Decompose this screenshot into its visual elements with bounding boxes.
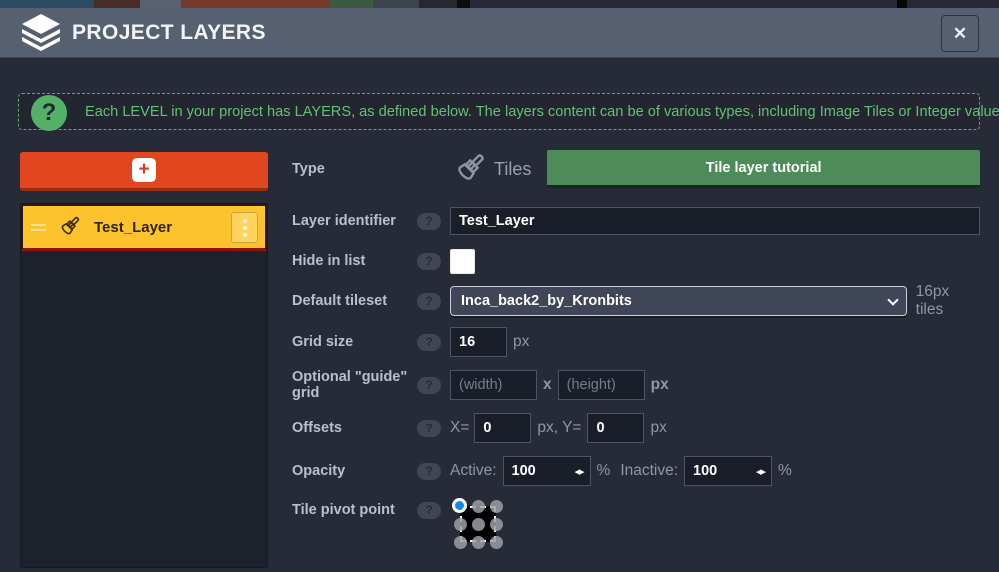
identifier-label: Layer identifier [292, 213, 417, 229]
page-title: PROJECT LAYERS [72, 21, 266, 45]
tileset-select[interactable]: Inca_back2_by_Kronbits [450, 286, 907, 316]
type-label: Type [292, 161, 417, 177]
stepper-arrows-icon[interactable]: ◂▸ [756, 465, 765, 478]
opacity-inactive-label: Inactive: [620, 462, 678, 480]
offsets-label: Offsets [292, 420, 417, 436]
tileset-selected-value: Inca_back2_by_Kronbits [461, 293, 632, 309]
pivot-dot-bottom-left[interactable] [454, 536, 467, 549]
guide-separator: x [543, 376, 552, 394]
info-banner: ? Each LEVEL in your project has LAYERS,… [18, 93, 980, 130]
guide-height-input[interactable] [558, 370, 645, 400]
opacity-active-label: Active: [450, 462, 497, 480]
row-guide-grid: Optional "guide" grid ? x px [292, 368, 980, 402]
pivot-dot-top-center[interactable] [472, 500, 485, 513]
help-circle-icon: ? [31, 95, 67, 131]
opacity-active-input[interactable]: 100 ◂▸ [503, 456, 591, 486]
identifier-input[interactable] [450, 207, 980, 235]
tileset-label: Default tileset [292, 293, 417, 309]
backdrop-segment [419, 0, 457, 8]
guide-grid-help-icon[interactable]: ? [417, 377, 441, 394]
opacity-help-icon[interactable]: ? [417, 463, 441, 480]
row-identifier: Layer identifier ? [292, 204, 980, 238]
backdrop-segment [470, 0, 897, 8]
backdrop-segment [330, 0, 373, 8]
guide-width-input[interactable] [450, 370, 537, 400]
hide-label: Hide in list [292, 253, 417, 269]
tile-layer-tutorial-button[interactable]: Tile layer tutorial [547, 150, 980, 188]
offset-x-label: X= [450, 419, 469, 437]
pivot-label: Tile pivot point [292, 502, 417, 518]
close-button[interactable]: ✕ [941, 15, 979, 52]
add-layer-button[interactable]: + [20, 152, 268, 191]
row-type: Type Tiles Tile layer tutorial [292, 147, 980, 191]
tiles-brush-icon [450, 150, 488, 188]
backdrop-segment [907, 0, 999, 8]
project-layers-dialog: PROJECT LAYERS ✕ ? Each LEVEL in your pr… [0, 0, 999, 572]
backdrop-segment [897, 0, 907, 8]
pivot-dot-center[interactable] [472, 518, 485, 531]
row-default-tileset: Default tileset ? Inca_back2_by_Kronbits… [292, 284, 980, 318]
opacity-active-percent: % [597, 462, 611, 480]
offsets-help-icon[interactable]: ? [417, 420, 441, 437]
backdrop-segment [181, 0, 330, 8]
tileset-suffix: 16px tiles [916, 283, 980, 319]
grid-size-input[interactable] [450, 327, 507, 357]
stepper-arrows-icon[interactable]: ◂▸ [574, 465, 583, 478]
layer-item-label: Test_Layer [94, 219, 172, 236]
identifier-help-icon[interactable]: ? [417, 213, 441, 230]
row-grid-size: Grid size ? px [292, 325, 980, 359]
pivot-dot-bottom-center[interactable] [472, 536, 485, 549]
guide-grid-label: Optional "guide" grid [292, 369, 417, 401]
pivot-dot-top-right[interactable] [490, 500, 503, 513]
row-opacity: Opacity ? Active: 100 ◂▸ % Inactive: 100… [292, 454, 980, 488]
brush-icon [56, 214, 82, 240]
backdrop-segment [94, 0, 140, 8]
pivot-help-icon[interactable]: ? [417, 502, 441, 519]
offset-mid-label: px, Y= [537, 419, 581, 437]
offset-y-input[interactable] [587, 413, 644, 443]
layer-menu-button[interactable] [231, 212, 258, 243]
hide-help-icon[interactable]: ? [417, 253, 441, 270]
grid-size-label: Grid size [292, 334, 417, 350]
info-text: Each LEVEL in your project has LAYERS, a… [85, 104, 999, 120]
tileset-help-icon[interactable]: ? [417, 293, 441, 310]
dialog-header: PROJECT LAYERS ✕ [0, 8, 999, 58]
offsets-unit: px [650, 419, 666, 437]
hide-checkbox[interactable] [450, 249, 475, 274]
pivot-point-widget [450, 496, 508, 554]
row-tile-pivot: Tile pivot point ? [292, 496, 980, 558]
chevron-down-icon [887, 294, 898, 305]
backdrop-segment [140, 0, 181, 8]
plus-icon: + [132, 158, 156, 182]
type-value: Tiles [494, 159, 531, 180]
pivot-dot-top-left-selected[interactable] [452, 498, 467, 513]
guide-unit: px [651, 376, 669, 394]
opacity-inactive-input[interactable]: 100 ◂▸ [684, 456, 772, 486]
pivot-dot-middle-left[interactable] [454, 518, 467, 531]
drag-handle[interactable] [31, 221, 46, 234]
pivot-dot-bottom-right[interactable] [490, 536, 503, 549]
pivot-dot-middle-right[interactable] [490, 518, 503, 531]
offset-x-input[interactable] [474, 413, 531, 443]
layer-list: Test_Layer [20, 203, 268, 568]
layers-icon [20, 13, 62, 53]
opacity-label: Opacity [292, 463, 417, 479]
backdrop-segment [373, 0, 419, 8]
grid-size-unit: px [513, 333, 529, 351]
backdrop-strip [0, 0, 999, 8]
layer-item-test-layer[interactable]: Test_Layer [21, 204, 267, 251]
grid-size-help-icon[interactable]: ? [417, 334, 441, 351]
row-offsets: Offsets ? X= px, Y= px [292, 411, 980, 445]
row-hide-in-list: Hide in list ? [292, 244, 980, 278]
backdrop-segment [0, 0, 94, 8]
opacity-inactive-percent: % [778, 462, 792, 480]
backdrop-segment [457, 0, 470, 8]
